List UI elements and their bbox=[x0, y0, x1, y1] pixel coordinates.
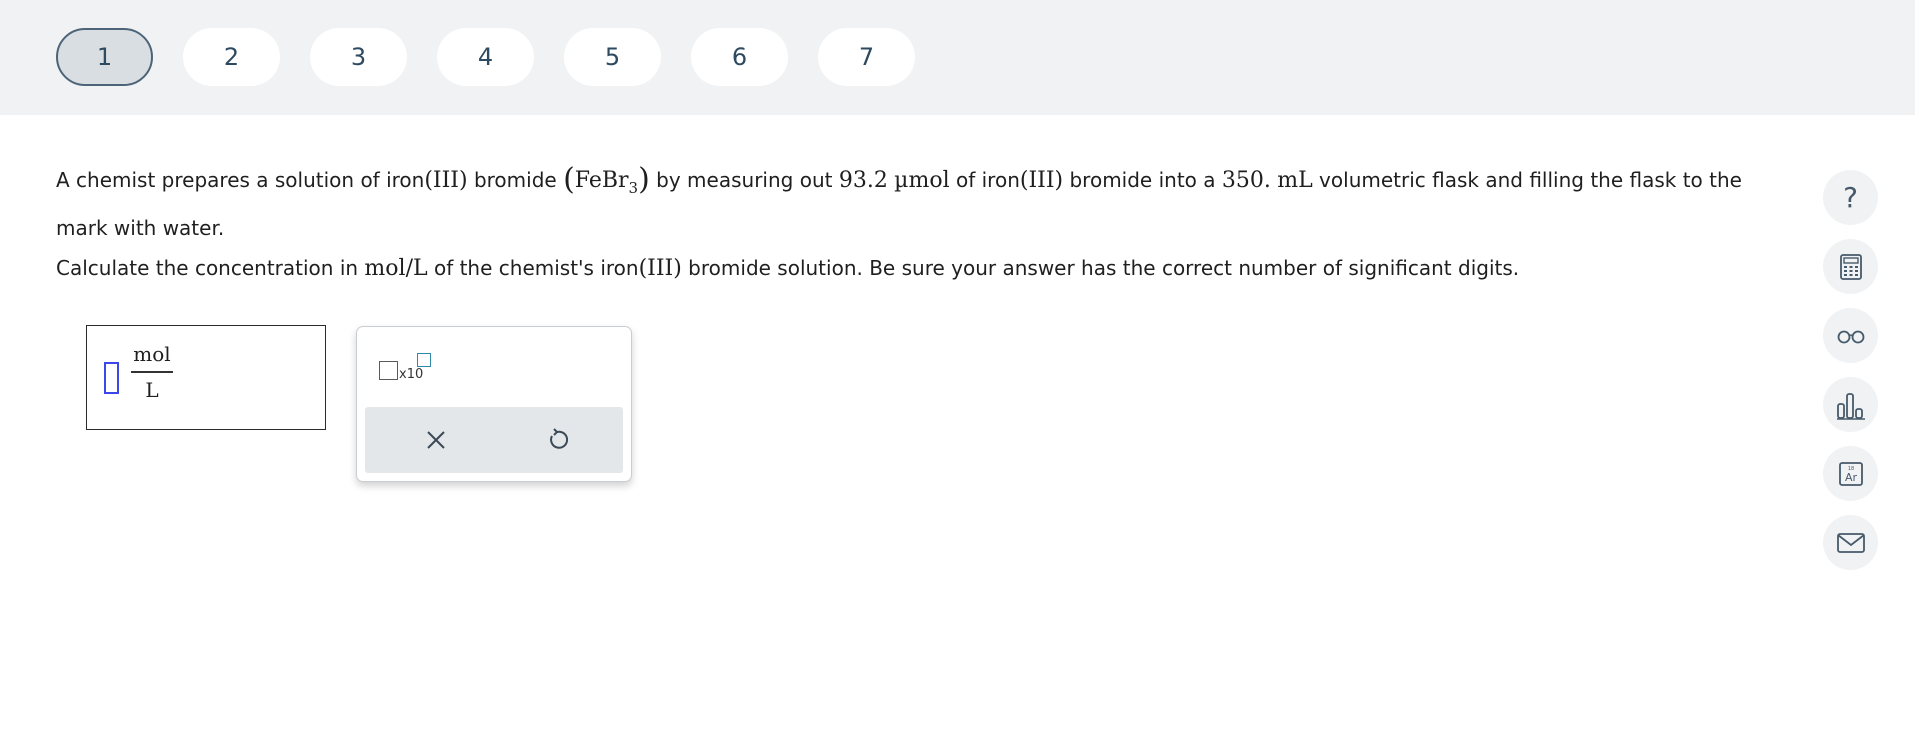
unit-numerator: mol bbox=[133, 342, 171, 366]
concentration-unit: mol/L bbox=[364, 256, 428, 281]
unit-denominator: L bbox=[145, 377, 159, 402]
formula-subscript: 3 bbox=[628, 179, 639, 197]
help-icon: ? bbox=[1843, 180, 1858, 214]
clear-button[interactable] bbox=[419, 423, 453, 457]
text: bromide into a bbox=[1063, 168, 1222, 192]
text: of iron bbox=[949, 168, 1020, 192]
roman-numeral: (III) bbox=[424, 168, 468, 193]
question-nav: 1 2 3 4 5 6 7 bbox=[56, 28, 915, 86]
calculator-button[interactable] bbox=[1823, 239, 1878, 294]
tools-sidebar: ? 18 Ar bbox=[1823, 170, 1878, 570]
unit-fraction: mol L bbox=[131, 342, 173, 402]
bar-chart-icon bbox=[1836, 392, 1865, 420]
formula-paren-open: ( bbox=[563, 162, 575, 197]
roman-numeral: (III) bbox=[1019, 168, 1064, 193]
question-button-5[interactable]: 5 bbox=[564, 28, 661, 86]
mantissa-box-icon bbox=[379, 361, 398, 380]
x10-label: x10 bbox=[399, 367, 424, 382]
amount-value: 93.2 bbox=[838, 168, 888, 193]
mail-icon bbox=[1836, 532, 1865, 553]
problem-statement: A chemist prepares a solution of iron(II… bbox=[56, 160, 1756, 289]
help-button[interactable]: ? bbox=[1823, 170, 1878, 225]
reading-glasses-button[interactable] bbox=[1823, 308, 1878, 363]
scientific-notation-button[interactable]: x10 bbox=[379, 351, 435, 391]
question-button-4[interactable]: 4 bbox=[437, 28, 534, 86]
undo-icon bbox=[550, 428, 569, 449]
text: A chemist prepares a solution of iron bbox=[56, 168, 425, 192]
exponent-box-icon bbox=[417, 353, 431, 367]
answer-input-box[interactable]: mol L bbox=[86, 325, 326, 430]
periodic-table-button[interactable]: 18 Ar bbox=[1823, 446, 1878, 501]
question-button-3[interactable]: 3 bbox=[310, 28, 407, 86]
text: bromide bbox=[467, 168, 564, 192]
element-symbol: Ar bbox=[1844, 471, 1857, 484]
question-button-7[interactable]: 7 bbox=[818, 28, 915, 86]
text: Calculate the concentration in bbox=[56, 256, 365, 280]
volume-value: 350. bbox=[1221, 168, 1271, 193]
calculator-icon bbox=[1839, 253, 1862, 280]
text: bromide solution. Be sure your answer ha… bbox=[681, 256, 1520, 280]
problem-paragraph-2: Calculate the concentration in mol/L of … bbox=[56, 248, 1756, 289]
formula-paren-close: ) bbox=[638, 162, 650, 197]
question-button-2[interactable]: 2 bbox=[183, 28, 280, 86]
data-chart-button[interactable] bbox=[1823, 377, 1878, 432]
problem-paragraph-1: A chemist prepares a solution of iron(II… bbox=[56, 160, 1756, 248]
question-button-1[interactable]: 1 bbox=[56, 28, 153, 86]
periodic-table-icon: 18 Ar bbox=[1838, 461, 1863, 486]
question-nav-bar: 1 2 3 4 5 6 7 bbox=[0, 0, 1915, 115]
answer-input-field[interactable] bbox=[104, 362, 119, 394]
palette-actions bbox=[365, 407, 623, 473]
roman-numeral: (III) bbox=[638, 256, 682, 281]
math-palette: x10 bbox=[356, 326, 632, 482]
text: by measuring out bbox=[649, 168, 839, 192]
close-icon bbox=[427, 431, 445, 449]
text: of the chemist's iron bbox=[427, 256, 639, 280]
undo-button[interactable] bbox=[540, 423, 574, 457]
amount-unit: µmol bbox=[894, 168, 950, 193]
message-button[interactable] bbox=[1823, 515, 1878, 570]
glasses-icon bbox=[1837, 330, 1864, 343]
chemical-formula: FeBr bbox=[574, 168, 629, 193]
volume-unit: mL bbox=[1277, 168, 1313, 193]
question-button-6[interactable]: 6 bbox=[691, 28, 788, 86]
